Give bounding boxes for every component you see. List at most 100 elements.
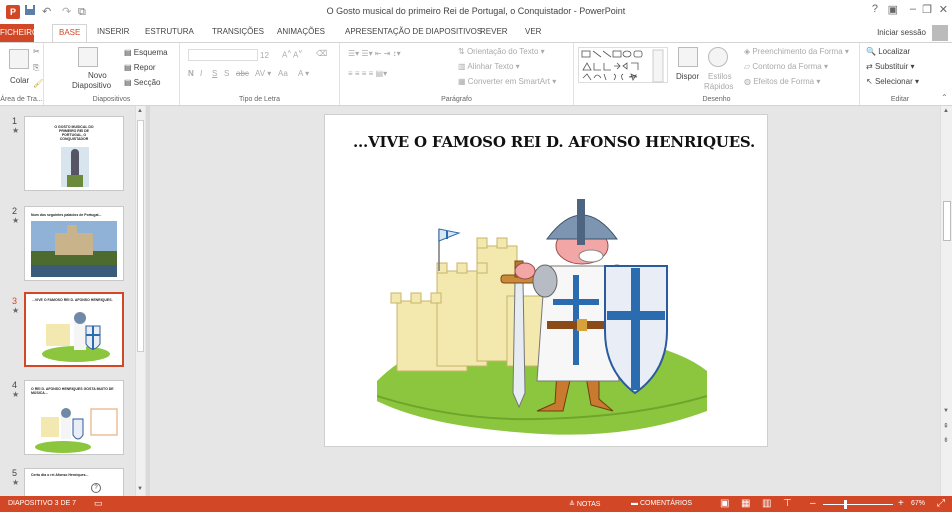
- slide-scrollbar[interactable]: ▲ ▼ ⇞ ⇟: [940, 106, 952, 496]
- smartart-button[interactable]: ▦ Converter em SmartArt ▾: [458, 77, 556, 86]
- find-label: Localizar: [878, 47, 911, 56]
- drawing-group-label: Desenho: [702, 96, 731, 103]
- cut-icon[interactable]: ✂: [33, 47, 40, 56]
- tab-view[interactable]: VER: [525, 27, 541, 36]
- tab-review[interactable]: REVER: [480, 27, 508, 36]
- slide-sorter-icon[interactable]: ▦: [741, 498, 750, 509]
- help-button[interactable]: ?: [872, 3, 878, 15]
- thumbnail-slide-1[interactable]: O GOSTO MUSICAL DO PRIMEIRO REI DE PORTU…: [24, 116, 124, 191]
- grow-font-icon[interactable]: A˄ A˅: [282, 49, 302, 60]
- scroll-up-icon[interactable]: ▲: [137, 108, 143, 114]
- align-icons[interactable]: ≡ ≡ ≡ ≡ ▤▾: [348, 69, 387, 78]
- thumb-3-number: 3: [12, 296, 18, 306]
- close-icon[interactable]: ✕: [939, 3, 948, 16]
- pane-splitter[interactable]: [146, 106, 150, 496]
- quick-styles-icon[interactable]: [708, 47, 728, 67]
- knight-illustration[interactable]: [377, 171, 707, 441]
- normal-view-icon[interactable]: ▣: [720, 498, 729, 509]
- ribbon-display-icon[interactable]: ▣: [888, 3, 898, 16]
- font-size-input[interactable]: 12: [260, 51, 269, 60]
- slide-title[interactable]: ...VIVE O FAMOSO REI D. AFONSO HENRIQUES…: [353, 133, 755, 151]
- thumb-1-number: 1: [12, 116, 18, 126]
- format-painter-icon[interactable]: 🖌: [33, 79, 43, 88]
- tab-slideshow[interactable]: APRESENTAÇÃO DE DIAPOSITIVOS: [345, 27, 482, 36]
- strikethrough-button[interactable]: abc: [236, 69, 249, 78]
- clipboard-group-label: Área de Tra...: [0, 96, 43, 103]
- underline-button[interactable]: S: [212, 69, 217, 78]
- thumbnails-scrollbar[interactable]: ▲ ▼: [135, 106, 145, 496]
- tab-home[interactable]: BASE: [52, 24, 88, 43]
- change-case-button[interactable]: Aa: [278, 69, 288, 78]
- avatar[interactable]: [932, 25, 948, 41]
- shape-fill-label: Preenchimento da Forma: [752, 47, 843, 56]
- fit-to-window-icon[interactable]: ⤢: [937, 498, 945, 509]
- font-family-input[interactable]: [188, 49, 258, 61]
- paste-button[interactable]: Colar: [10, 76, 29, 85]
- reading-view-icon[interactable]: ▥: [762, 498, 771, 509]
- font-color-icon[interactable]: A ▾: [298, 69, 309, 78]
- arrange-icon[interactable]: [678, 47, 698, 67]
- paragraph-group-label: Parágrafo: [441, 96, 472, 103]
- quick-styles-label-1[interactable]: Estilos: [708, 72, 732, 81]
- text-direction-button[interactable]: ⇅ Orientação do Texto ▾: [458, 47, 545, 56]
- shape-effects-button[interactable]: ◍ Efeitos de Forma ▾: [744, 77, 820, 86]
- tab-file[interactable]: FICHEIRO: [0, 24, 38, 42]
- thumbnail-slide-5[interactable]: Certo dia o rei Afonso Henriques... ?: [24, 468, 124, 496]
- shape-fill-button[interactable]: ◈ Preenchimento da Forma ▾: [744, 47, 849, 56]
- shadow-button[interactable]: S: [224, 69, 229, 78]
- paste-icon[interactable]: [9, 49, 29, 69]
- scroll-down-icon[interactable]: ▼: [137, 486, 143, 492]
- slide-canvas[interactable]: ...VIVE O FAMOSO REI D. AFONSO HENRIQUES…: [324, 114, 768, 447]
- tab-insert[interactable]: INSERIR: [97, 27, 129, 36]
- char-spacing-icon[interactable]: AV ▾: [255, 69, 271, 78]
- slideshow-icon[interactable]: ⊤: [783, 498, 792, 509]
- slide-scroll-down-icon[interactable]: ▼: [943, 408, 949, 414]
- copy-icon[interactable]: ⎘: [33, 63, 39, 73]
- minimize-icon[interactable]: –: [910, 3, 916, 15]
- zoom-out-icon[interactable]: –: [810, 498, 816, 509]
- thumb-3-caption: ...VIVE O FAMOSO REI D. AFONSO HENRIQUES…: [32, 298, 113, 302]
- italic-button[interactable]: I: [200, 69, 202, 78]
- select-button[interactable]: ↖ Selecionar ▾: [866, 77, 919, 86]
- layout-button[interactable]: ▤ Esquema: [124, 48, 168, 57]
- tab-animations[interactable]: ANIMAÇÕES: [277, 27, 325, 36]
- zoom-slider-thumb[interactable]: [844, 500, 847, 509]
- tab-design[interactable]: ESTRUTURA: [145, 27, 194, 36]
- smartart-label: Converter em SmartArt: [467, 77, 551, 86]
- smartart-icon: ▦: [458, 77, 468, 86]
- thumbnails-scroll-thumb[interactable]: [137, 120, 144, 352]
- restore-icon[interactable]: ❐: [922, 3, 932, 16]
- shapes-gallery[interactable]: [578, 47, 668, 83]
- zoom-level[interactable]: 67%: [911, 500, 925, 507]
- next-slide-icon[interactable]: ⇟: [943, 436, 949, 444]
- reset-button[interactable]: ▤ Repor: [124, 63, 156, 72]
- slide-scroll-up-icon[interactable]: ▲: [943, 108, 949, 114]
- zoom-in-icon[interactable]: +: [898, 498, 904, 509]
- spellcheck-icon[interactable]: ▭: [94, 498, 103, 509]
- quick-styles-label-2[interactable]: Rápidos: [704, 82, 733, 91]
- clear-format-icon[interactable]: ⌫: [316, 49, 327, 58]
- find-button[interactable]: 🔍 Localizar: [866, 47, 910, 56]
- slide-scroll-thumb[interactable]: [943, 201, 951, 241]
- notes-button[interactable]: ≙ NOTAS: [569, 500, 600, 508]
- section-button[interactable]: ▤ Secção: [124, 78, 160, 87]
- zoom-slider-track[interactable]: [823, 504, 893, 505]
- new-slide-icon[interactable]: [78, 47, 98, 67]
- new-slide-label-2[interactable]: Diapositivo: [72, 81, 111, 90]
- bullets-icon[interactable]: ☰▾ ☰▾ ⇤ ⇥ ↕▾: [348, 49, 401, 58]
- notes-area[interactable]: [150, 458, 940, 496]
- thumbnail-slide-3[interactable]: ...VIVE O FAMOSO REI D. AFONSO HENRIQUES…: [24, 292, 124, 367]
- shape-outline-button[interactable]: ▱ Contorno da Forma ▾: [744, 62, 828, 71]
- new-slide-label-1[interactable]: Novo: [88, 71, 107, 80]
- thumbnail-slide-4[interactable]: O REI D. AFONSO HENRIQUES GOSTA MUITO DE…: [24, 380, 124, 455]
- collapse-ribbon-icon[interactable]: ⌃: [941, 93, 948, 102]
- arrange-button[interactable]: Dispor: [676, 72, 699, 81]
- previous-slide-icon[interactable]: ⇞: [943, 422, 949, 430]
- sign-in-link[interactable]: Iniciar sessão: [877, 28, 926, 37]
- thumbnail-slide-2[interactable]: Num dos seguintes palácios de Portugal..…: [24, 206, 124, 281]
- comments-button[interactable]: ▬ COMENTÁRIOS: [631, 500, 692, 507]
- align-text-button[interactable]: ▥ Alinhar Texto ▾: [458, 62, 520, 71]
- bold-button[interactable]: N: [188, 69, 194, 78]
- replace-button[interactable]: ⇄ Substituir ▾: [866, 62, 915, 71]
- tab-transitions[interactable]: TRANSIÇÕES: [212, 27, 264, 36]
